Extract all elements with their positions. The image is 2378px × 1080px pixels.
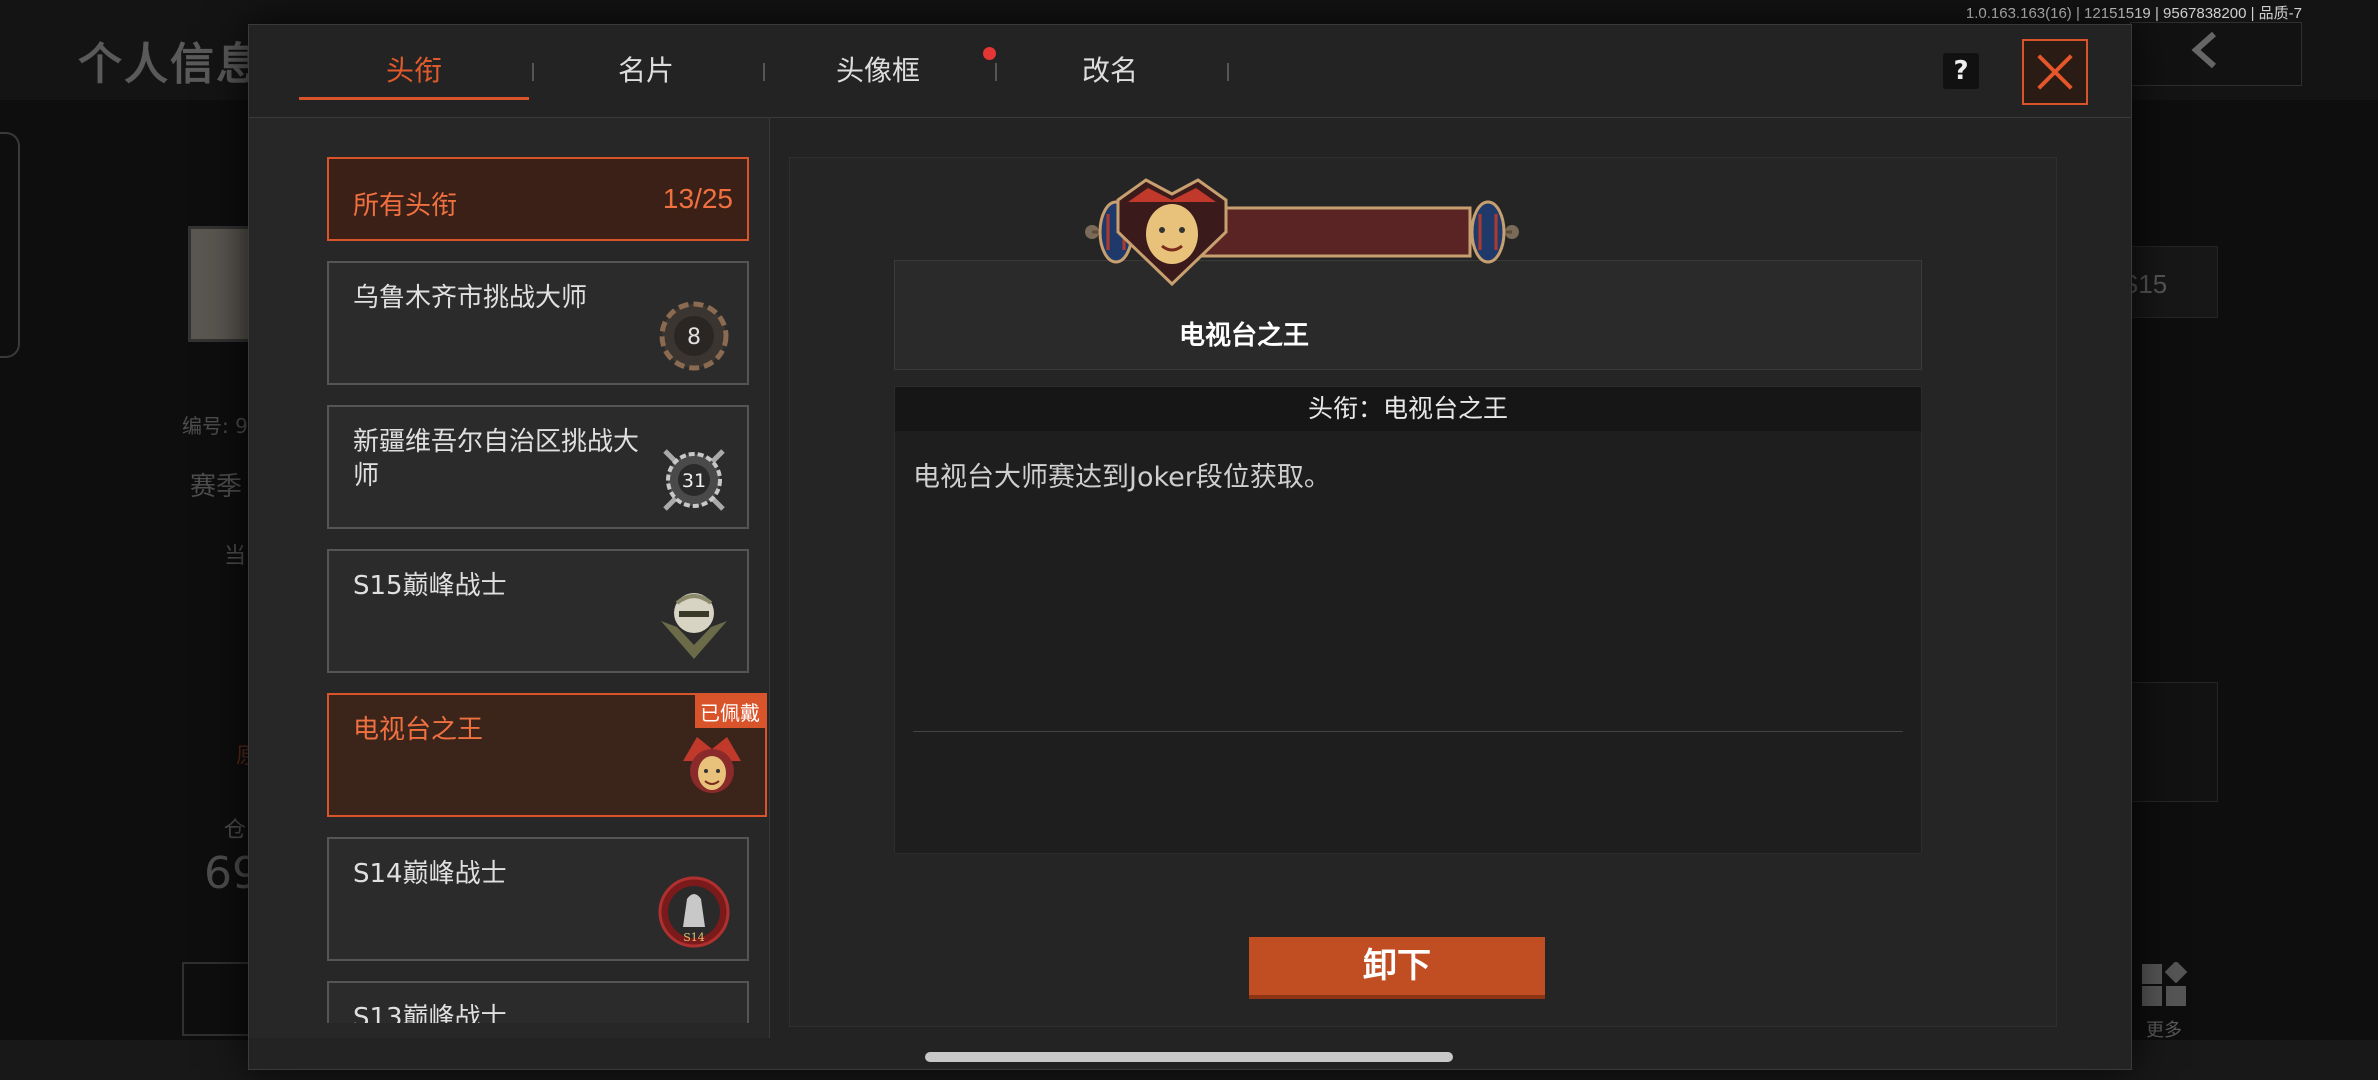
emblem-label: S14 bbox=[683, 931, 705, 944]
medal-number: 8 bbox=[687, 325, 701, 350]
list-item[interactable]: 乌鲁木齐市挑战大师 8 bbox=[327, 261, 749, 385]
banner-title-name: 电视台之王 bbox=[1178, 321, 1309, 351]
title-detail-panel: 头衔：电视台之王 电视台大师赛达到Joker段位获取。 bbox=[789, 157, 2057, 1027]
tab-avatar-frame[interactable]: 头像框 bbox=[763, 47, 993, 97]
jester-icon bbox=[683, 737, 741, 793]
s14-emblem-icon: S14 bbox=[658, 876, 730, 948]
close-button[interactable] bbox=[2022, 39, 2088, 105]
help-button[interactable]: ? bbox=[1943, 53, 1979, 89]
all-titles-label: 所有头衔 bbox=[353, 191, 458, 221]
title-item-label: 电视台之王 bbox=[353, 715, 484, 745]
medal-8-icon: 8 bbox=[659, 301, 729, 371]
equipped-badge: 已佩戴 bbox=[695, 695, 765, 728]
version-info: 1.0.163.163(16) | 12151519 | 9567838200 … bbox=[1965, 5, 2302, 22]
tab-rename[interactable]: 改名 bbox=[995, 47, 1225, 97]
background-id-label: 编号: 9 bbox=[182, 414, 248, 438]
background-card bbox=[2120, 682, 2218, 802]
list-item[interactable]: S14巅峰战士 S14 bbox=[327, 837, 749, 961]
title-item-label: 乌鲁木齐市挑战大师 bbox=[353, 283, 588, 313]
tab-name-card[interactable]: 名片 bbox=[531, 47, 761, 97]
tab-separator bbox=[1227, 63, 1229, 81]
background-season-label: 赛季 bbox=[190, 472, 243, 502]
title-list[interactable]: 所有头衔 13/25 乌鲁木齐市挑战大师 8 新疆维吾尔自治区挑战大师 31 S… bbox=[327, 157, 767, 1023]
title-item-label: S14巅峰战士 bbox=[353, 859, 507, 889]
background-small-label: 仓 bbox=[224, 818, 247, 843]
emblem-icon bbox=[657, 1019, 731, 1023]
title-banner bbox=[1085, 178, 1519, 287]
list-item[interactable]: S13巅峰战士 bbox=[327, 981, 749, 1023]
list-item[interactable]: 新疆维吾尔自治区挑战大师 31 bbox=[327, 405, 749, 529]
list-item-selected[interactable]: 电视台之王 已佩戴 bbox=[327, 693, 767, 817]
tab-titles[interactable]: 头衔 bbox=[299, 47, 529, 100]
more-grid-icon[interactable] bbox=[2140, 962, 2188, 1010]
background-page-title: 个人信息 bbox=[78, 39, 262, 90]
medal-31-icon: 31 bbox=[663, 449, 725, 511]
title-description-text: 电视台大师赛达到Joker段位获取。 bbox=[913, 462, 1331, 493]
list-item[interactable]: S15巅峰战士 bbox=[327, 549, 749, 673]
divider bbox=[913, 731, 1903, 732]
background-stat-label: 当 bbox=[224, 544, 247, 569]
title-modal: 头衔 名片 头像框 改名 ? 所有头衔 13/25 乌鲁木齐市挑战大师 8 新疆… bbox=[248, 24, 2132, 1070]
all-titles-filter[interactable]: 所有头衔 13/25 bbox=[327, 157, 749, 241]
knight-emblem-icon bbox=[661, 593, 727, 659]
background-bottom-button bbox=[182, 962, 254, 1036]
title-item-label: 新疆维吾尔自治区挑战大师 bbox=[353, 427, 640, 491]
background-side-tab[interactable] bbox=[0, 132, 20, 358]
horizontal-scrollbar[interactable] bbox=[925, 1052, 1453, 1062]
medal-number: 31 bbox=[682, 470, 706, 492]
title-description-header: 头衔：电视台之王 bbox=[895, 387, 1921, 431]
more-label: 更多 bbox=[2146, 1020, 2182, 1041]
back-arrow-icon bbox=[2191, 31, 2216, 69]
title-item-label: S15巅峰战士 bbox=[353, 571, 507, 601]
all-titles-count: 13/25 bbox=[662, 183, 733, 214]
title-description-box: 头衔：电视台之王 电视台大师赛达到Joker段位获取。 bbox=[894, 386, 1922, 854]
tab-bar: 头衔 名片 头像框 改名 ? bbox=[249, 25, 2131, 118]
unequip-button[interactable]: 卸下 bbox=[1249, 937, 1545, 999]
title-item-label: S13巅峰战士 bbox=[353, 1003, 507, 1023]
